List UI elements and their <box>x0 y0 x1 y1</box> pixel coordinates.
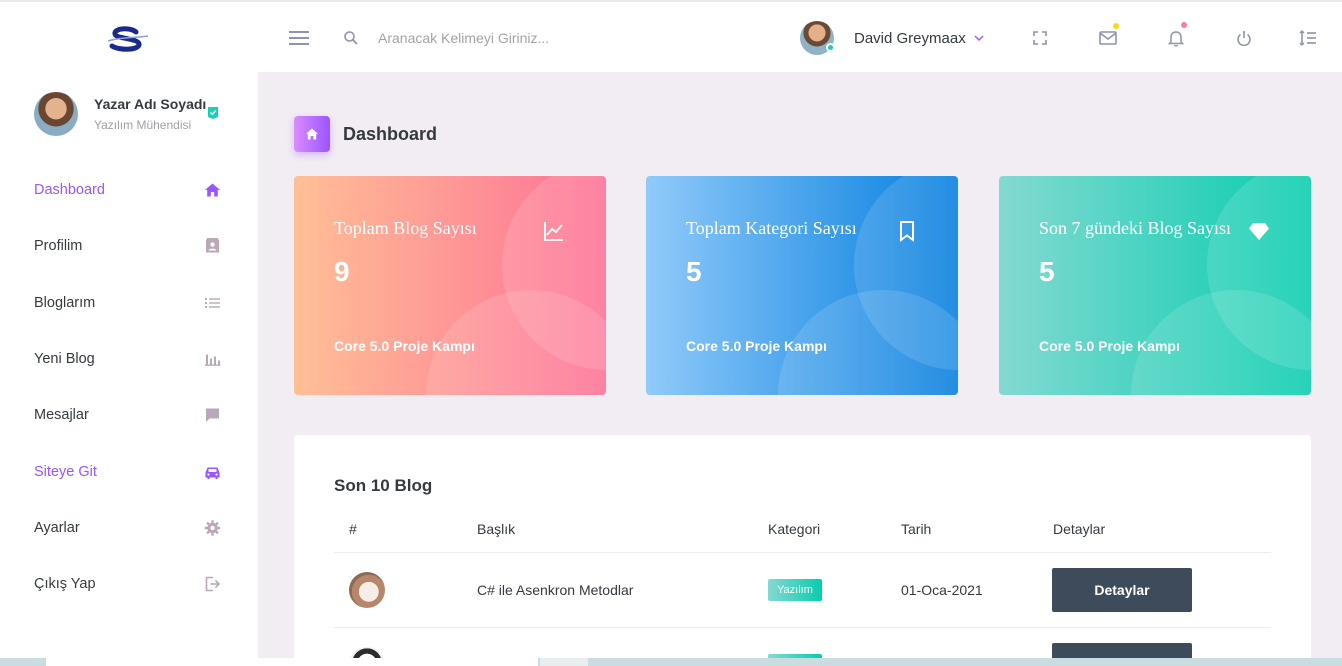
sidebar-item-new-blog[interactable]: Yeni Blog <box>0 331 258 387</box>
stat-card-value: 5 <box>686 256 702 287</box>
taskbar-item[interactable] <box>540 658 588 666</box>
list-icon <box>205 297 220 308</box>
logout-icon <box>205 576 221 592</box>
table-divider <box>334 552 1271 553</box>
sidebar-item-label: Dashboard <box>34 182 105 199</box>
sidebar-nav: Dashboard Profilim Bloglarım Yeni Blog M… <box>0 162 258 612</box>
panel-title: Son 10 Blog <box>334 476 433 495</box>
contact-card-icon <box>206 238 219 253</box>
brand-logo[interactable] <box>106 26 150 52</box>
sidebar-item-label: Bloglarım <box>34 294 96 311</box>
sidebar-item-label: Yeni Blog <box>34 351 95 368</box>
search-icon <box>344 31 358 45</box>
stat-card-weekly-blogs: Son 7 gündeki Blog Sayısı 5 Core 5.0 Pro… <box>999 176 1311 395</box>
user-name: David Greymaax <box>854 29 966 47</box>
sidebar-item-label: Siteye Git <box>34 463 97 480</box>
online-status-dot <box>826 43 835 52</box>
power-icon[interactable] <box>1234 28 1254 48</box>
blog-title: C# ile Asenkron Metodlar <box>477 582 634 598</box>
table-divider <box>334 627 1271 628</box>
profile-avatar <box>34 92 78 136</box>
message-icon <box>206 408 219 423</box>
verified-badge-icon <box>208 107 218 119</box>
blog-thumbnail <box>349 572 385 608</box>
stat-card-value: 5 <box>1039 256 1055 287</box>
stat-card-value: 9 <box>334 256 350 287</box>
table-header-details: Detaylar <box>1053 521 1106 537</box>
stat-card-footer: Core 5.0 Proje Kampı <box>1039 338 1180 354</box>
taskbar-search[interactable] <box>46 658 538 666</box>
mail-badge <box>1113 23 1119 29</box>
table-header-category: Kategori <box>768 521 821 537</box>
sidebar-item-label: Profilim <box>34 238 83 255</box>
os-taskbar <box>0 658 1342 666</box>
stat-card-total-blogs: Toplam Blog Sayısı 9 Core 5.0 Proje Kamp… <box>294 176 606 395</box>
bookmark-icon <box>900 221 914 242</box>
details-button[interactable]: Detaylar <box>1052 568 1192 612</box>
page-header: Dashboard <box>294 116 437 152</box>
bar-chart-icon <box>205 354 221 366</box>
recent-blogs-panel: Son 10 Blog # Başlık Kategori Tarih Deta… <box>294 435 1311 666</box>
chevron-down-icon <box>974 35 984 41</box>
hamburger-menu-icon[interactable] <box>288 28 310 48</box>
sidebar-profile[interactable]: Yazar Adı Soyadı Yazılım Mühendisi <box>34 92 244 142</box>
home-icon <box>205 183 220 197</box>
search-input[interactable] <box>370 24 750 52</box>
notification-badge <box>1181 22 1187 28</box>
sidebar-item-profile[interactable]: Profilim <box>0 218 258 274</box>
page-header-icon-box <box>294 116 330 152</box>
sidebar-item-dashboard[interactable]: Dashboard <box>0 162 258 218</box>
page-title: Dashboard <box>343 123 438 144</box>
sidebar-item-messages[interactable]: Mesajlar <box>0 387 258 443</box>
sidebar-item-label: Mesajlar <box>34 407 89 424</box>
gear-icon <box>204 520 221 536</box>
sidebar: Yazar Adı Soyadı Yazılım Mühendisi Dashb… <box>0 72 258 666</box>
diamond-icon <box>1249 223 1269 240</box>
profile-name: Yazar Adı Soyadı <box>94 96 207 112</box>
category-badge: Yazılım <box>768 579 822 601</box>
user-menu[interactable]: David Greymaax <box>800 20 984 56</box>
car-icon <box>205 467 220 479</box>
stat-card-footer: Core 5.0 Proje Kampı <box>334 338 475 354</box>
home-icon <box>306 128 318 140</box>
stat-card-title: Toplam Kategori Sayısı <box>686 218 857 238</box>
sidebar-item-settings[interactable]: Ayarlar <box>0 500 258 556</box>
sidebar-item-logout[interactable]: Çıkış Yap <box>0 556 258 612</box>
list-settings-icon[interactable] <box>1298 28 1318 48</box>
stat-card-title: Son 7 gündeki Blog Sayısı <box>1039 218 1232 238</box>
top-navbar: David Greymaax <box>0 0 1342 72</box>
sidebar-item-my-blogs[interactable]: Bloglarım <box>0 275 258 331</box>
fullscreen-icon[interactable] <box>1030 28 1050 48</box>
stat-card-footer: Core 5.0 Proje Kampı <box>686 338 827 354</box>
sidebar-item-label: Ayarlar <box>34 519 80 536</box>
bell-icon[interactable] <box>1166 28 1186 48</box>
sidebar-item-label: Çıkış Yap <box>34 576 96 593</box>
table-header-date: Tarih <box>901 521 932 537</box>
mail-icon[interactable] <box>1098 28 1118 48</box>
stat-card-title: Toplam Blog Sayısı <box>334 218 477 238</box>
blog-date: 01-Oca-2021 <box>901 582 983 598</box>
user-avatar <box>800 21 835 55</box>
profile-role: Yazılım Mühendisi <box>94 118 192 132</box>
chart-line-icon <box>544 222 563 241</box>
sidebar-item-go-to-site[interactable]: Siteye Git <box>0 443 258 499</box>
table-header-index: # <box>349 521 357 537</box>
table-header-title: Başlık <box>477 521 516 537</box>
stat-card-total-categories: Toplam Kategori Sayısı 5 Core 5.0 Proje … <box>646 176 958 395</box>
